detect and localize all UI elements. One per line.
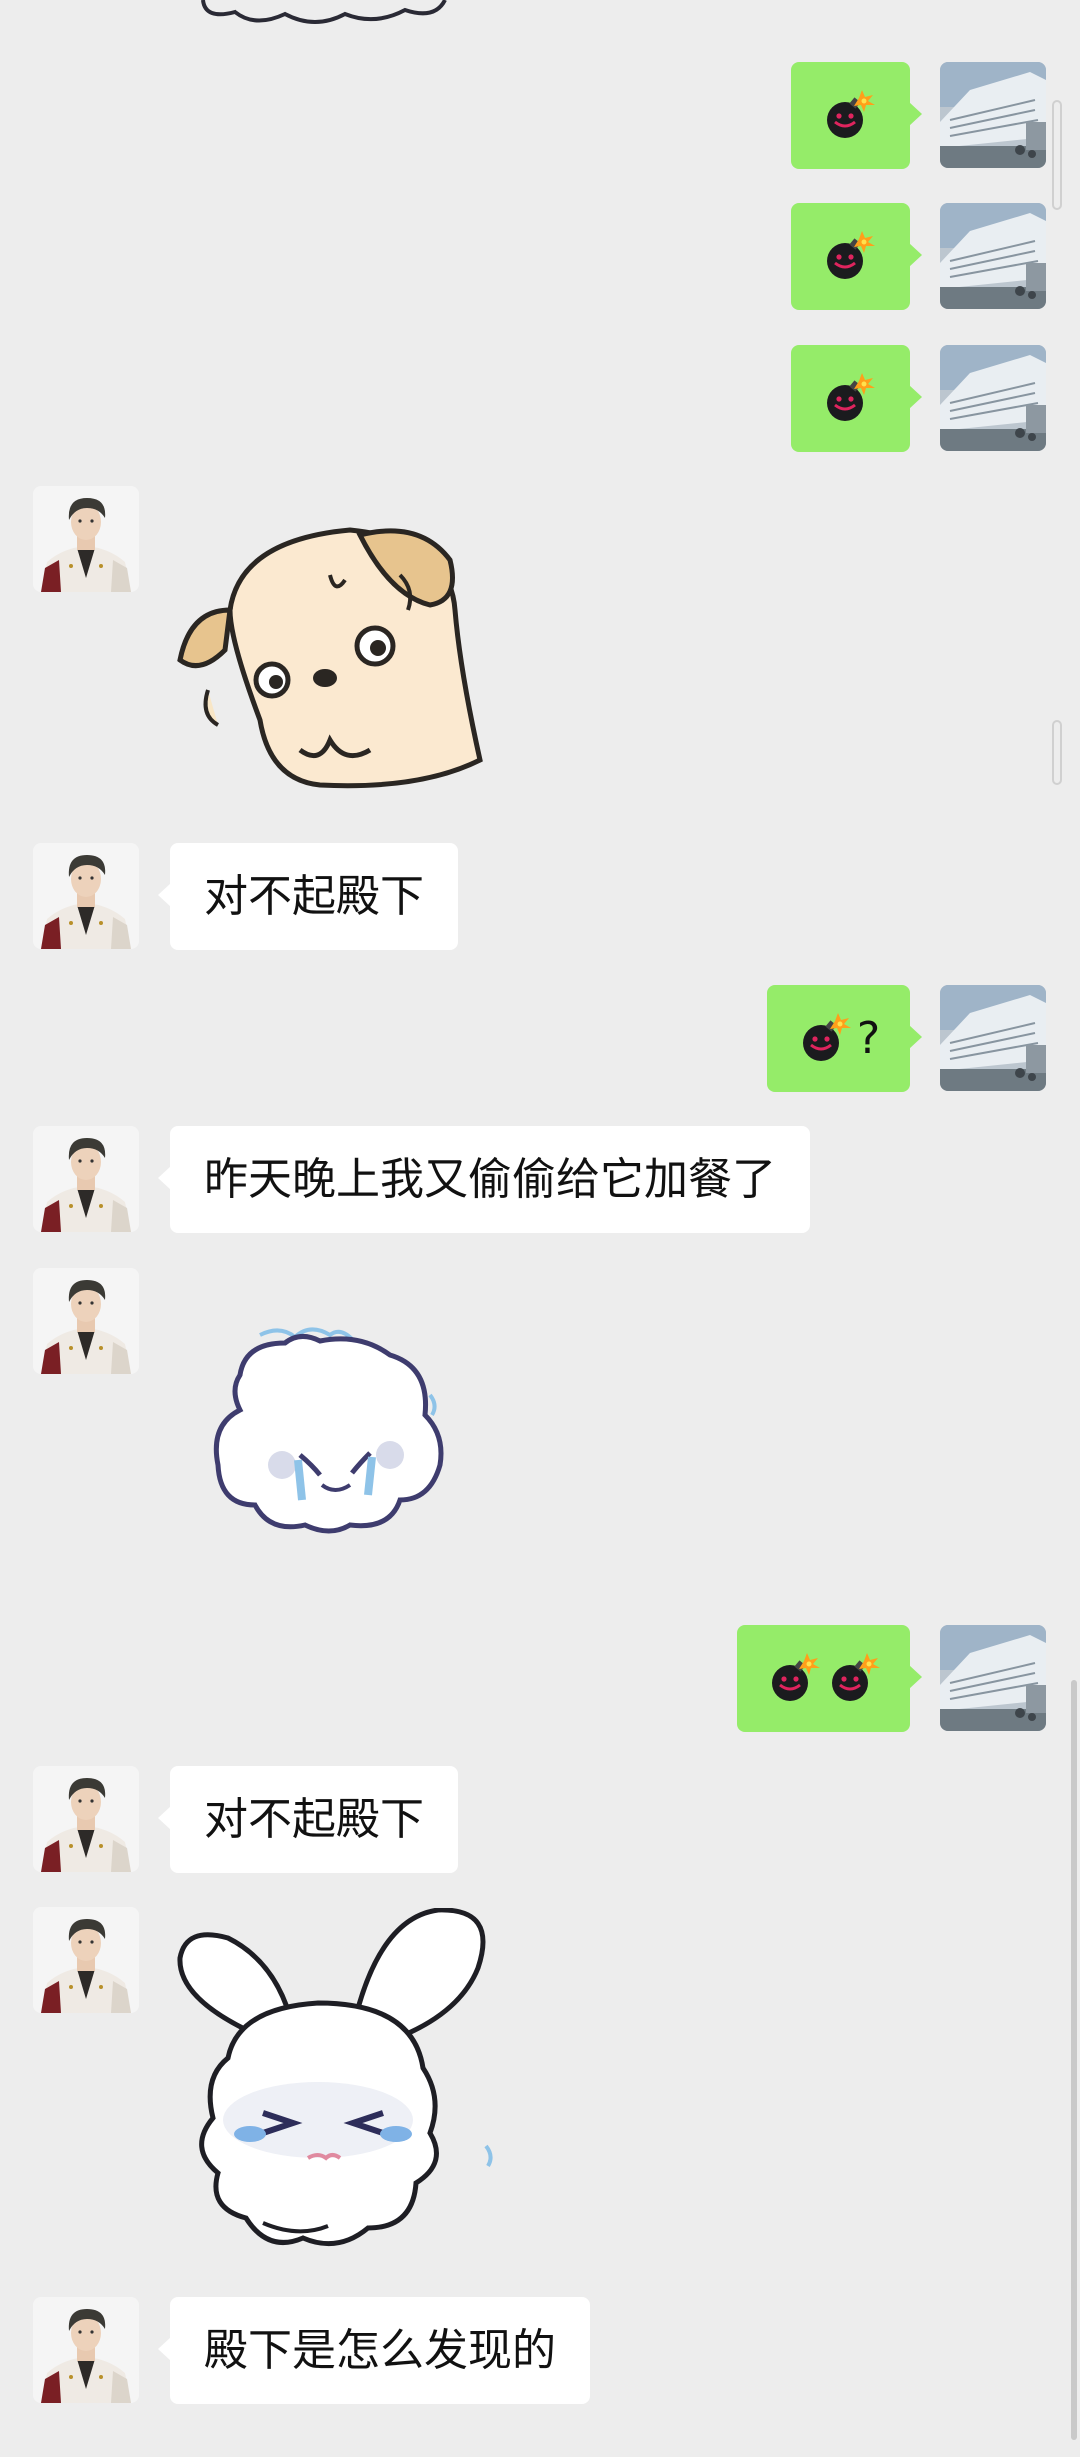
their-avatar[interactable] xyxy=(33,2297,139,2403)
ship-photo-avatar-icon xyxy=(940,62,1046,168)
bomb-emoji-icon xyxy=(766,1651,822,1707)
incoming-bubble[interactable]: 昨天晚上我又偷偷给它加餐了 xyxy=(158,1126,810,1233)
their-avatar[interactable] xyxy=(33,1766,139,1872)
shy-puppy-sticker[interactable] xyxy=(170,500,500,800)
bomb-emoji-icon xyxy=(821,229,877,285)
their-avatar[interactable] xyxy=(33,1268,139,1374)
incoming-bubble[interactable]: 对不起殿下 xyxy=(158,843,458,950)
my-avatar[interactable] xyxy=(940,985,1046,1091)
sticker-fragment xyxy=(201,0,447,24)
my-avatar[interactable] xyxy=(940,62,1046,168)
ship-photo-avatar-icon xyxy=(940,203,1046,309)
ship-photo-avatar-icon xyxy=(940,985,1046,1091)
scroll-indicator xyxy=(1052,100,1062,210)
outgoing-bubble[interactable] xyxy=(737,1625,922,1732)
outgoing-bubble[interactable]: ? xyxy=(767,985,922,1092)
bomb-emoji-icon xyxy=(821,88,877,144)
outgoing-bubble[interactable] xyxy=(791,203,922,310)
their-avatar[interactable] xyxy=(33,1907,139,2013)
incoming-bubble[interactable]: 对不起殿下 xyxy=(158,1766,458,1873)
incoming-bubble[interactable]: 殿下是怎么发现的 xyxy=(158,2297,590,2404)
crying-bear-sticker[interactable] xyxy=(200,1315,470,1540)
bomb-emoji-icon xyxy=(826,1651,882,1707)
man-in-uniform-avatar-icon xyxy=(33,843,139,949)
their-avatar[interactable] xyxy=(33,486,139,592)
scrollbar[interactable] xyxy=(1071,1680,1077,2440)
my-avatar[interactable] xyxy=(940,203,1046,309)
ship-photo-avatar-icon xyxy=(940,345,1046,451)
their-avatar[interactable] xyxy=(33,1126,139,1232)
man-in-uniform-avatar-icon xyxy=(33,1766,139,1872)
my-avatar[interactable] xyxy=(940,1625,1046,1731)
man-in-uniform-avatar-icon xyxy=(33,1268,139,1374)
man-in-uniform-avatar-icon xyxy=(33,2297,139,2403)
bomb-emoji-icon xyxy=(821,371,877,427)
bomb-emoji-icon xyxy=(797,1011,853,1067)
man-in-uniform-avatar-icon xyxy=(33,1126,139,1232)
ship-photo-avatar-icon xyxy=(940,1625,1046,1731)
outgoing-bubble[interactable] xyxy=(791,345,922,452)
their-avatar[interactable] xyxy=(33,843,139,949)
man-in-uniform-avatar-icon xyxy=(33,486,139,592)
message-text: ? xyxy=(856,1012,881,1064)
scroll-indicator xyxy=(1052,720,1062,785)
outgoing-bubble[interactable] xyxy=(791,62,922,169)
crying-bunny-sticker[interactable] xyxy=(168,1908,508,2263)
man-in-uniform-avatar-icon xyxy=(33,1907,139,2013)
my-avatar[interactable] xyxy=(940,345,1046,451)
